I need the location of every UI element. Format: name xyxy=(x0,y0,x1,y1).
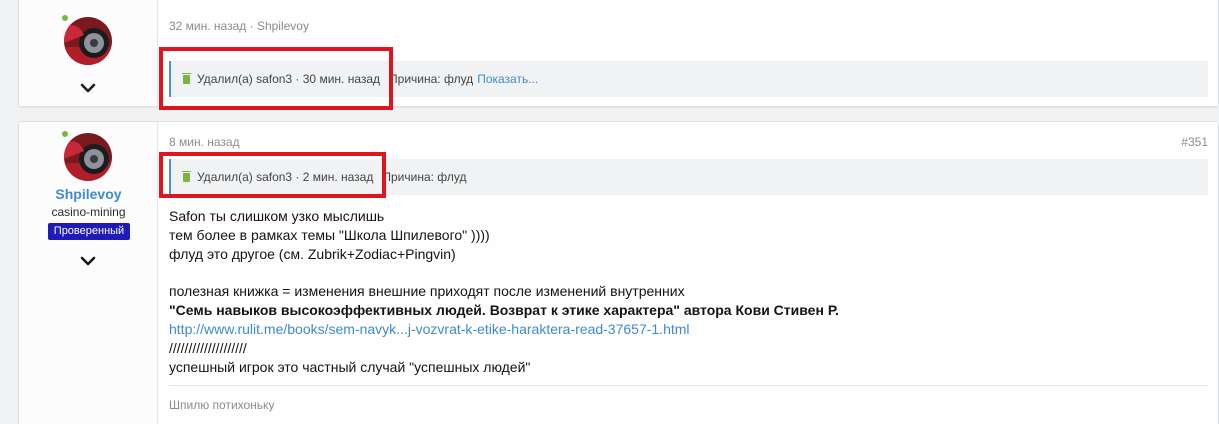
deleted-reason: Причина: флуд xyxy=(382,170,467,184)
post-351: Shpilevoy casino-mining Проверенный 8 ми… xyxy=(18,121,1219,424)
signature: Шпилю потихоньку xyxy=(169,398,275,412)
post-main: 8 мин. назад #351 Удалил(а) safon3 · 2 м… xyxy=(159,122,1218,424)
post-deleted-1: 32 мин. назад · Shpilevoy Удалил(а) safo… xyxy=(18,0,1219,110)
post-body: Safon ты слишком узко мыслишь тем более … xyxy=(169,207,839,377)
chevron-down-icon[interactable] xyxy=(79,255,97,267)
avatar[interactable] xyxy=(64,133,112,181)
body-line: Safon ты слишком узко мыслишь xyxy=(169,208,385,224)
body-line: тем более в рамках темы "Школа Шпилевого… xyxy=(169,227,490,243)
post-main: 32 мин. назад · Shpilevoy Удалил(а) safo… xyxy=(159,0,1218,110)
book-title: "Семь навыков высокоэффективных людей. В… xyxy=(169,302,839,318)
avatar[interactable] xyxy=(64,17,112,65)
show-deleted-link[interactable]: Показать... xyxy=(477,72,538,86)
user-cell: Shpilevoy casino-mining Проверенный xyxy=(19,122,158,424)
body-line: успешный игрок это частный случай "успеш… xyxy=(169,359,531,375)
post-meta[interactable]: 8 мин. назад xyxy=(169,135,240,149)
online-status-dot xyxy=(60,129,70,139)
body-line: //////////////////// xyxy=(169,340,247,356)
username[interactable]: Shpilevoy xyxy=(19,186,158,202)
signature-divider xyxy=(169,385,1208,386)
highlight-box xyxy=(159,152,386,198)
user-badge: Проверенный xyxy=(48,223,130,240)
body-line: флуд это другое (см. Zubrik+Zodiac+Pingv… xyxy=(169,246,456,262)
deleted-reason: Причина: флуд xyxy=(389,72,474,86)
highlight-box xyxy=(159,47,393,110)
book-link[interactable]: http://www.rulit.me/books/sem-navyk...j-… xyxy=(169,320,839,339)
online-status-dot xyxy=(60,13,70,23)
chevron-down-icon[interactable] xyxy=(79,82,97,94)
post-number[interactable]: #351 xyxy=(1181,135,1208,149)
user-cell xyxy=(19,0,158,106)
body-line: полезная книжка = изменения внешние прих… xyxy=(169,283,685,299)
post-meta: 32 мин. назад · Shpilevoy xyxy=(169,19,309,33)
user-title: casino-mining xyxy=(51,205,126,219)
